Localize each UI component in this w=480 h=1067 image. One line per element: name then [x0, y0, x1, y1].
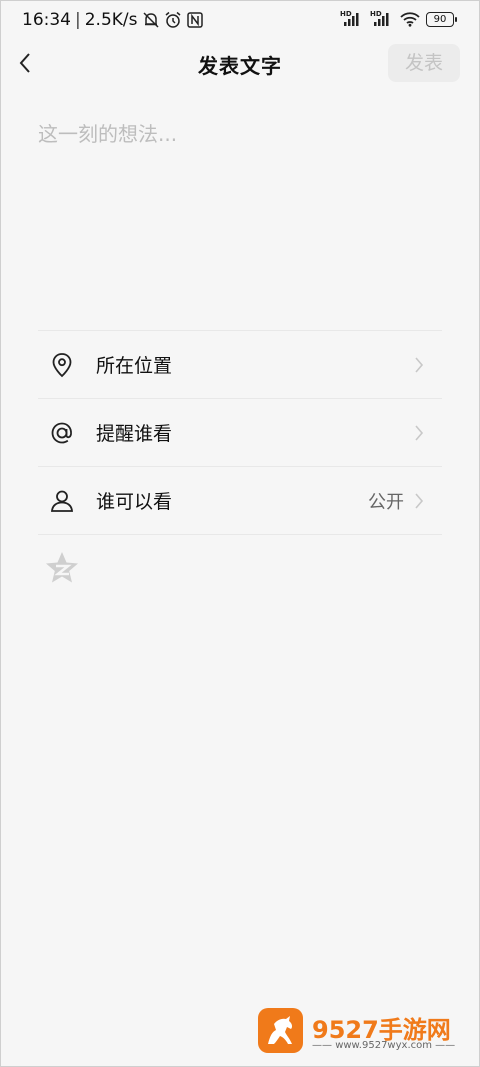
watermark-logo: [258, 1008, 303, 1053]
status-time: 16:34: [22, 10, 71, 30]
nfc-icon: [186, 12, 203, 28]
status-network-speed: 2.5K/s: [84, 10, 138, 30]
location-pin-icon: [52, 353, 72, 378]
option-location-label: 所在位置: [96, 355, 173, 377]
option-location[interactable]: 所在位置: [38, 330, 442, 398]
status-divider: |: [75, 10, 81, 30]
status-right: HD HD 90: [340, 10, 457, 28]
person-icon: [51, 490, 73, 512]
at-sign-icon: [51, 422, 72, 444]
compose-input[interactable]: 这一刻的想法...: [38, 118, 438, 308]
publish-button[interactable]: 发表: [388, 44, 460, 82]
mute-bell-icon: [142, 12, 159, 28]
watermark-url-text: www.9527wyx.com: [335, 1040, 432, 1051]
status-bar: 16:34 | 2.5K/s HD HD 90: [0, 0, 480, 40]
alarm-icon: [165, 11, 180, 28]
hd-tag: HD: [370, 10, 382, 18]
chevron-right-icon: [415, 425, 424, 441]
option-visibility[interactable]: 谁可以看 公开: [38, 466, 442, 535]
watermark-url: —— www.9527wyx.com ——: [312, 1040, 456, 1051]
battery-level: 90: [433, 13, 447, 25]
option-mention[interactable]: 提醒谁看: [38, 398, 442, 466]
option-mention-label: 提醒谁看: [96, 423, 173, 445]
hd-tag: HD: [340, 10, 352, 18]
battery-icon: 90: [426, 11, 457, 27]
signal-icon: HD: [370, 10, 394, 28]
qzone-star-icon: [46, 552, 78, 583]
post-options-list: 所在位置 提醒谁看 谁可以看 公开: [38, 330, 442, 535]
watermark: 9527手游网 —— www.9527wyx.com ——: [258, 1008, 458, 1056]
wifi-icon: [400, 12, 420, 27]
signal-icon: HD: [340, 10, 364, 28]
chevron-right-icon: [415, 357, 424, 373]
option-visibility-value: 公开: [368, 492, 404, 513]
top-bar: 发表文字 发表: [0, 40, 480, 88]
compose-placeholder: 这一刻的想法...: [38, 122, 178, 146]
option-visibility-label: 谁可以看: [96, 491, 173, 513]
chevron-right-icon: [415, 493, 424, 509]
horse-logo-icon: [268, 1016, 293, 1044]
status-left: 16:34 | 2.5K/s: [22, 10, 204, 30]
qzone-sync-toggle[interactable]: [44, 550, 80, 586]
